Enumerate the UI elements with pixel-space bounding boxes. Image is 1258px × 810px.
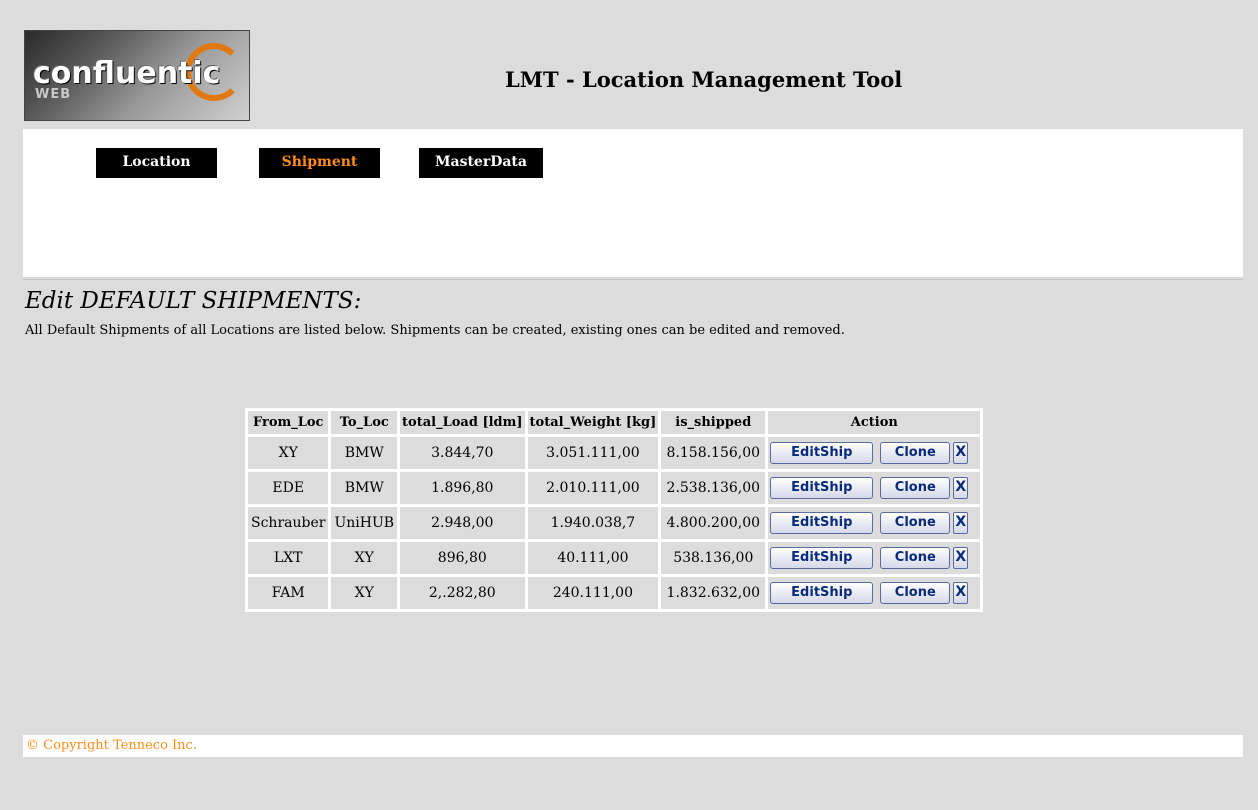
nav-tab-shipment[interactable]: Shipment [259,148,380,178]
edit-ship-button[interactable]: EditShip [770,547,874,569]
table-row: EDE BMW 1.896,80 2.010.111,00 2.538.136,… [248,472,981,504]
delete-button[interactable]: X [953,477,969,499]
cell-to-loc: XY [331,542,398,574]
cell-total-weight: 40.111,00 [527,542,659,574]
edit-ship-button[interactable]: EditShip [770,582,874,604]
cell-from-loc: LXT [248,542,329,574]
clone-button[interactable]: Clone [880,442,951,464]
delete-button[interactable]: X [953,442,969,464]
delete-button[interactable]: X [953,512,969,534]
cell-is-shipped: 8.158.156,00 [661,437,766,469]
header-to-loc: To_Loc [331,411,398,434]
header-action: Action [768,411,981,434]
cell-to-loc: BMW [331,472,398,504]
cell-action: EditShip Clone X [768,507,981,539]
section-title: Edit DEFAULT SHIPMENTS: [25,288,362,314]
table-header-row: From_Loc To_Loc total_Load [ldm] total_W… [248,411,981,434]
nav-tab-location[interactable]: Location [96,148,217,178]
table-row: FAM XY 2,.282,80 240.111,00 1.832.632,00… [248,577,981,609]
table-row: Schrauber UniHUB 2.948,00 1.940.038,7 4.… [248,507,981,539]
cell-total-load: 2.948,00 [400,507,525,539]
nav-bar: Location Shipment MasterData [23,129,1243,277]
page-frame: confluentic WEB LMT - Location Managemen… [23,22,1243,757]
clone-button[interactable]: Clone [880,582,951,604]
cell-action: EditShip Clone X [768,437,981,469]
clone-button[interactable]: Clone [880,547,951,569]
cell-to-loc: XY [331,577,398,609]
logo-wordmark: confluentic [33,56,221,91]
cell-from-loc: FAM [248,577,329,609]
confluentic-logo: confluentic WEB [24,30,250,121]
cell-total-load: 3.844,70 [400,437,525,469]
cell-from-loc: EDE [248,472,329,504]
cell-is-shipped: 1.832.632,00 [661,577,766,609]
header-total-load: total_Load [ldm] [400,411,525,434]
cell-total-load: 896,80 [400,542,525,574]
table-row: LXT XY 896,80 40.111,00 538.136,00 EditS… [248,542,981,574]
cell-is-shipped: 4.800.200,00 [661,507,766,539]
main-content: Edit DEFAULT SHIPMENTS: All Default Ship… [23,279,1243,732]
cell-total-weight: 1.940.038,7 [527,507,659,539]
section-description: All Default Shipments of all Locations a… [25,323,845,338]
cell-total-load: 2,.282,80 [400,577,525,609]
delete-button[interactable]: X [953,582,969,604]
cell-to-loc: BMW [331,437,398,469]
edit-ship-button[interactable]: EditShip [770,512,874,534]
cell-total-weight: 2.010.111,00 [527,472,659,504]
cell-from-loc: Schrauber [248,507,329,539]
delete-button[interactable]: X [953,547,969,569]
cell-is-shipped: 2.538.136,00 [661,472,766,504]
edit-ship-button[interactable]: EditShip [770,442,874,464]
cell-is-shipped: 538.136,00 [661,542,766,574]
app-title: LMT - Location Management Tool [505,67,903,92]
clone-button[interactable]: Clone [880,512,951,534]
copyright-text: © Copyright Tenneco Inc. [26,738,197,753]
cell-total-weight: 3.051.111,00 [527,437,659,469]
cell-to-loc: UniHUB [331,507,398,539]
table-row: XY BMW 3.844,70 3.051.111,00 8.158.156,0… [248,437,981,469]
cell-action: EditShip Clone X [768,577,981,609]
header-is-shipped: is_shipped [661,411,766,434]
logo-subtitle: WEB [35,87,72,102]
edit-ship-button[interactable]: EditShip [770,477,874,499]
cell-total-load: 1.896,80 [400,472,525,504]
cell-from-loc: XY [248,437,329,469]
header-total-weight: total_Weight [kg] [527,411,659,434]
shipments-table: From_Loc To_Loc total_Load [ldm] total_W… [245,408,984,612]
footer: © Copyright Tenneco Inc. [23,735,1243,757]
cell-action: EditShip Clone X [768,542,981,574]
header: confluentic WEB LMT - Location Managemen… [23,22,1243,128]
nav-tab-masterdata[interactable]: MasterData [419,148,543,178]
header-from-loc: From_Loc [248,411,329,434]
cell-total-weight: 240.111,00 [527,577,659,609]
cell-action: EditShip Clone X [768,472,981,504]
clone-button[interactable]: Clone [880,477,951,499]
